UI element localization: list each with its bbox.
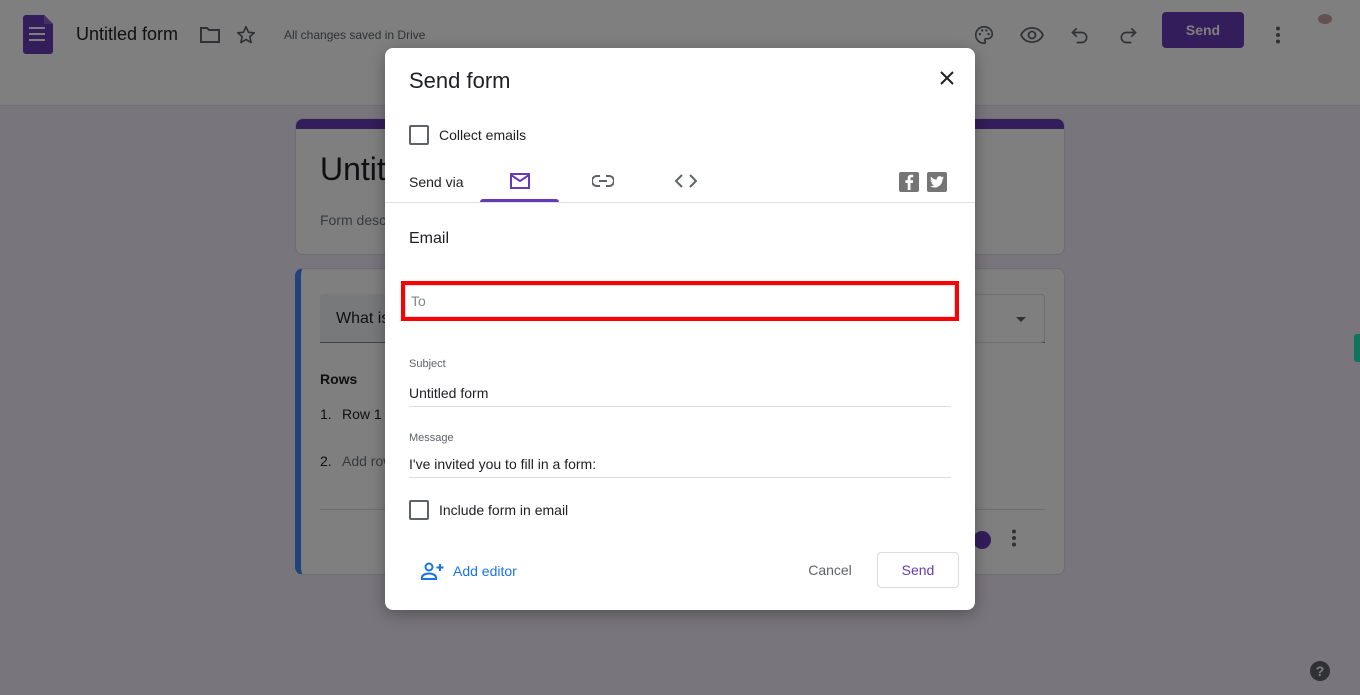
message-label: Message bbox=[409, 432, 454, 444]
include-form-option[interactable]: Include form in email bbox=[409, 500, 568, 520]
collect-emails-option[interactable]: Collect emails bbox=[409, 125, 526, 145]
tab-embed[interactable] bbox=[646, 160, 725, 202]
include-form-checkbox[interactable] bbox=[409, 500, 429, 520]
email-section-title: Email bbox=[409, 230, 450, 247]
tab-email[interactable] bbox=[480, 160, 559, 202]
code-icon bbox=[674, 174, 697, 188]
twitter-icon[interactable] bbox=[927, 172, 947, 192]
subject-label: Subject bbox=[409, 358, 446, 370]
close-icon[interactable] bbox=[935, 66, 959, 90]
tabs-divider bbox=[385, 202, 975, 203]
tab-link[interactable] bbox=[563, 160, 642, 202]
facebook-icon[interactable] bbox=[899, 172, 919, 192]
to-field-highlight bbox=[401, 281, 959, 321]
dialog-title: Send form bbox=[409, 68, 511, 93]
add-editor-button[interactable]: Add editor bbox=[421, 562, 517, 580]
person-add-icon bbox=[421, 562, 444, 580]
mail-icon bbox=[509, 173, 530, 189]
collect-emails-checkbox[interactable] bbox=[409, 125, 429, 145]
link-icon bbox=[591, 175, 614, 187]
subject-input[interactable]: Untitled form bbox=[409, 381, 951, 407]
message-input[interactable]: I've invited you to fill in a form: bbox=[409, 452, 951, 478]
send-via-label: Send via bbox=[409, 174, 464, 190]
send-form-dialog: Send form Collect emails Send via Email … bbox=[385, 48, 975, 610]
to-input[interactable] bbox=[405, 285, 955, 317]
cancel-button[interactable]: Cancel bbox=[793, 552, 867, 588]
send-button[interactable]: Send bbox=[877, 552, 959, 588]
